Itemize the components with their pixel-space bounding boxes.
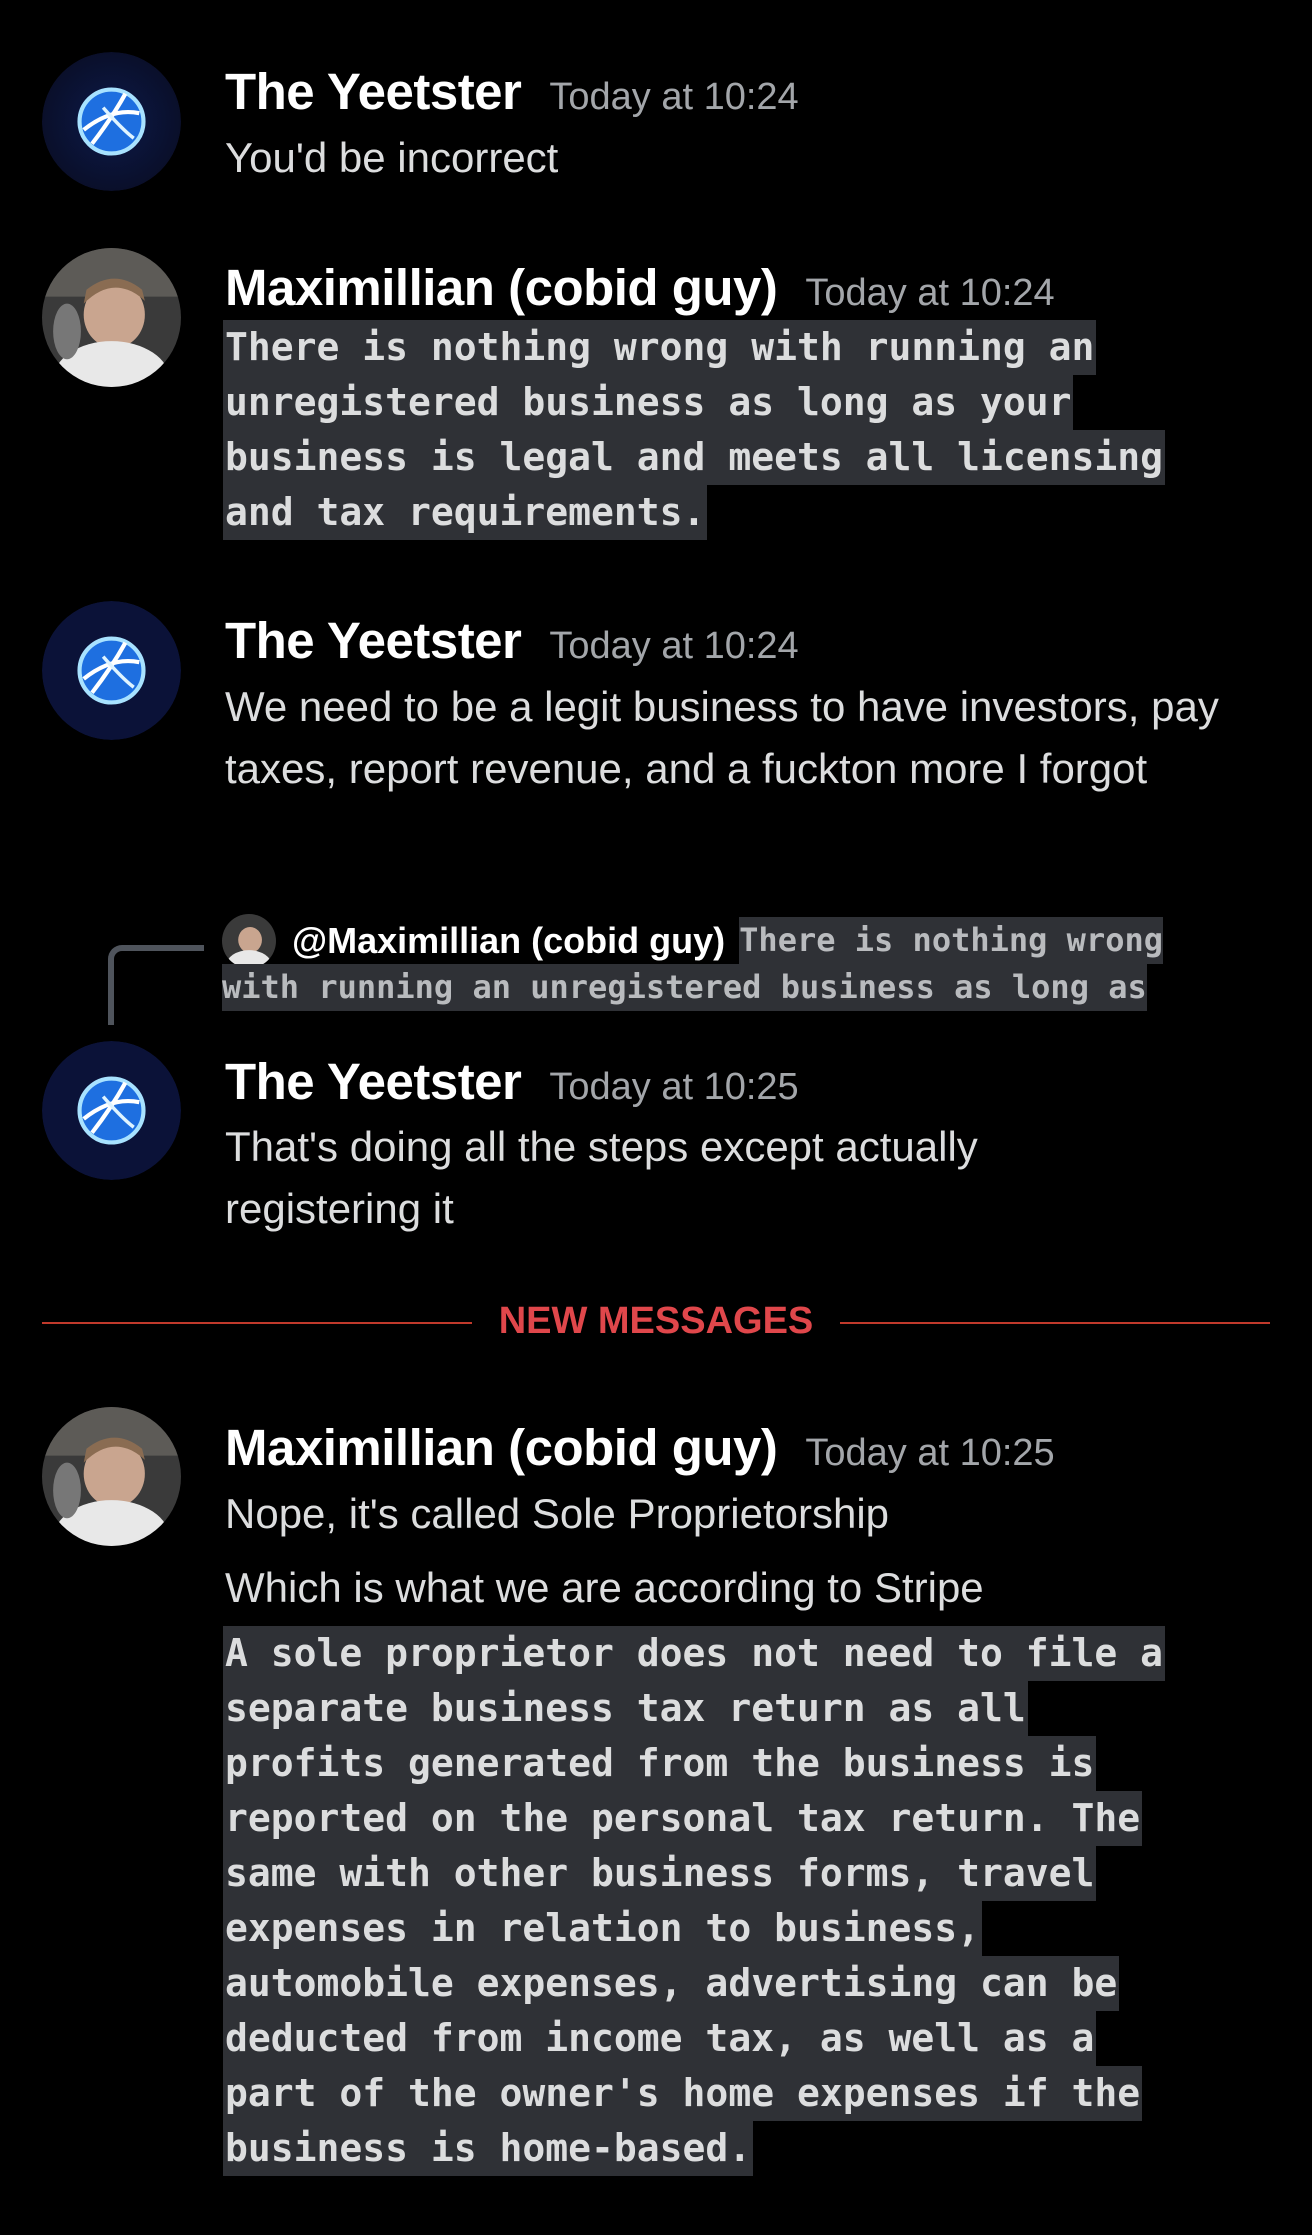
code-line: automobile expenses, advertising can be xyxy=(223,1956,1120,2011)
code-line: profits generated from the business is xyxy=(223,1736,1097,1791)
message-timestamp: Today at 10:25 xyxy=(805,1432,1055,1474)
reply-avatar-icon xyxy=(222,913,276,968)
code-line: business is legal and meets all licensin… xyxy=(223,430,1165,485)
message-text: That's doing all the steps except actual… xyxy=(225,1123,978,1232)
reply-preview-text: with running an unregistered business as… xyxy=(222,964,1147,1011)
message-timestamp: Today at 10:25 xyxy=(549,1066,799,1108)
code-line: reported on the personal tax return. The xyxy=(223,1791,1143,1846)
message-author[interactable]: The Yeetster xyxy=(225,1053,522,1110)
code-line: separate business tax return as all xyxy=(223,1681,1028,1736)
code-line: deducted from income tax, as well as a xyxy=(223,2011,1097,2066)
code-line: There is nothing wrong with running an xyxy=(223,320,1097,375)
code-line: unregistered business as long as your xyxy=(223,375,1074,430)
code-line: A sole proprietor does not need to file … xyxy=(223,1626,1165,1681)
message-text: Nope, it's called Sole Proprietorship xyxy=(225,1490,890,1537)
reply-author[interactable]: @Maximillian (cobid guy) xyxy=(292,920,725,962)
reply-spine xyxy=(108,945,204,1025)
message-timestamp: Today at 10:24 xyxy=(805,272,1055,314)
code-block: There is nothing wrong with running an u… xyxy=(223,320,1165,540)
code-line: expenses in relation to business, xyxy=(223,1901,982,1956)
code-line: and tax requirements. xyxy=(223,485,708,540)
maximillian-avatar-icon[interactable] xyxy=(42,248,181,387)
message-text: You'd be incorrect xyxy=(225,134,559,181)
code-line: part of the owner's home expenses if the xyxy=(223,2066,1143,2121)
message-author[interactable]: Maximillian (cobid guy) xyxy=(225,1419,778,1476)
code-block: A sole proprietor does not need to file … xyxy=(223,1626,1165,2176)
message-text: Which is what we are according to Stripe xyxy=(225,1564,984,1611)
message-text: We need to be a legit business to have i… xyxy=(225,683,1219,792)
reply-preview[interactable]: @Maximillian (cobid guy) There is nothin… xyxy=(222,913,1163,1011)
code-line: business is home-based. xyxy=(223,2121,754,2176)
yeetster-avatar-icon[interactable] xyxy=(42,1041,181,1180)
code-line: same with other business forms, travel xyxy=(223,1846,1097,1901)
reply-preview-text: There is nothing wrong xyxy=(739,917,1163,964)
yeetster-avatar-icon[interactable] xyxy=(42,52,181,191)
message-author[interactable]: The Yeetster xyxy=(225,612,522,669)
yeetster-avatar-icon[interactable] xyxy=(42,601,181,740)
message-timestamp: Today at 10:24 xyxy=(549,625,799,667)
new-messages-label: NEW MESSAGES xyxy=(472,1300,840,1342)
message-timestamp: Today at 10:24 xyxy=(549,76,799,118)
message-author[interactable]: The Yeetster xyxy=(225,63,522,120)
message-author[interactable]: Maximillian (cobid guy) xyxy=(225,259,778,316)
maximillian-avatar-icon[interactable] xyxy=(42,1407,181,1546)
